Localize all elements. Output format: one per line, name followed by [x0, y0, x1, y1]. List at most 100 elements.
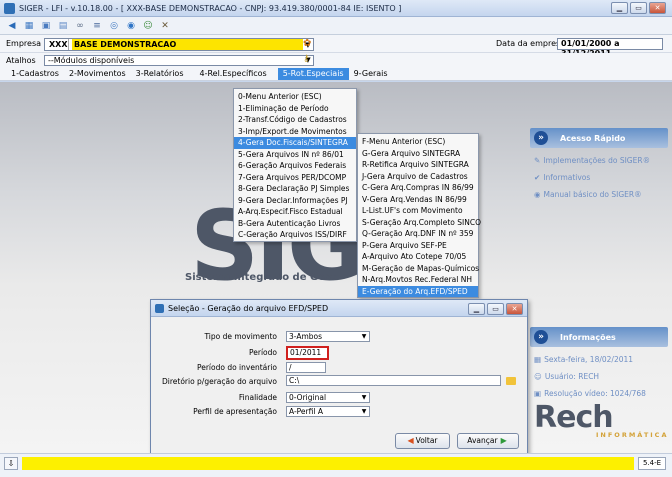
menu1-item[interactable]: C-Geração Arquivos ISS/DIRF — [234, 229, 356, 241]
list-icon[interactable]: ≡ — [91, 20, 103, 32]
menu2-item[interactable]: N-Arq.Movtos Rec.Federal NH — [358, 274, 478, 286]
empresa-name: BASE DEMONSTRACAO — [72, 39, 303, 50]
acesso-item-label: Manual básico do SIGER® — [543, 190, 642, 199]
chevron-right-icon: » — [534, 330, 548, 344]
chevron-down-icon[interactable]: ▼ — [359, 407, 369, 416]
menu2-item[interactable]: S-Geração Arq.Completo SINCO — [358, 217, 481, 229]
info-item-date: ▦ Sexta-feira, 18/02/2011 — [530, 355, 668, 364]
dialog-body: Tipo de movimento 3-Ambos ▼ Período 01/2… — [151, 317, 527, 455]
key-icon[interactable]: ⚷ — [303, 54, 310, 64]
menu2-item[interactable]: C-Gera Arq.Compras IN 86/99 — [358, 182, 478, 194]
chevron-down-icon[interactable]: ▼ — [359, 332, 369, 341]
menu1-item[interactable]: 7-Gera Arquivos PER/DCOMP — [234, 172, 356, 184]
menu-relatorios[interactable]: 3-Relatórios — [131, 68, 189, 80]
chevron-right-icon: » — [534, 131, 548, 145]
tipo-movimento-select[interactable]: 3-Ambos ▼ — [286, 331, 370, 342]
info-item-label: Usuário: RECH — [544, 372, 600, 381]
chevron-down-icon[interactable]: ▼ — [359, 393, 369, 402]
help-icon: ◉ — [534, 190, 541, 199]
inventario-label: Período do inventário — [196, 363, 277, 372]
menu1-item[interactable]: 0-Menu Anterior (ESC) — [234, 91, 356, 103]
menu-movimentos[interactable]: 2-Movimentos — [64, 68, 131, 80]
company-info-icon[interactable]: ✿ — [303, 38, 311, 49]
avancar-label: Avançar — [467, 436, 498, 445]
finalidade-label: Finalidade — [238, 393, 277, 402]
menu1-item-gera-doc-fiscais[interactable]: 4-Gera Doc.Fiscais/SINTEGRA — [234, 137, 356, 149]
menu2-item[interactable]: L-List.UF's com Movimento — [358, 205, 478, 217]
window-icon[interactable]: ▣ — [40, 20, 52, 32]
info-item-label: Resolução vídeo: 1024/768 — [544, 389, 646, 398]
menu1-item[interactable]: 1-Eliminação de Período — [234, 103, 356, 115]
folder-icon[interactable] — [506, 377, 516, 385]
menu1-item[interactable]: 5-Gera Arquivos IN nº 86/01 — [234, 149, 356, 161]
back-icon[interactable]: ◀ — [6, 20, 18, 32]
tools-icon[interactable]: ✕ — [159, 20, 171, 32]
empresa-code: XXX — [47, 39, 69, 50]
menu1-item[interactable]: 6-Geração Arquivos Federais — [234, 160, 356, 172]
status-message-area — [22, 457, 634, 470]
acesso-item-implementacoes[interactable]: ✎ Implementações do SIGER® — [530, 156, 668, 165]
dialog-minimize-button[interactable]: ▁ — [468, 303, 485, 315]
rech-logo: Rech — [534, 400, 614, 435]
acesso-item-label: Implementações do SIGER® — [543, 156, 651, 165]
data-empresa-label: Data da empresa — [496, 39, 566, 48]
inventario-input[interactable]: / — [286, 362, 326, 373]
menu2-item-efd-sped[interactable]: E-Geração do Arq.EFD/SPED — [358, 285, 478, 297]
menu2-item[interactable]: G-Gera Arquivo SINTEGRA — [358, 148, 478, 160]
atalhos-row: Atalhos --Módulos disponíveis ▼ ⚷ — [0, 53, 672, 68]
status-arrow-icon[interactable]: ⇩ — [4, 457, 18, 470]
menu2-item[interactable]: R-Retifica Arquivo SINTEGRA — [358, 159, 478, 171]
atalhos-label: Atalhos — [6, 56, 36, 65]
link-icon[interactable]: ∞ — [74, 20, 86, 32]
menu1-item[interactable]: 3-Imp/Export.de Movimentos — [234, 126, 356, 138]
periodo-label: Período — [249, 348, 277, 357]
acesso-item-informativos[interactable]: ✔ Informativos — [530, 173, 668, 182]
perfil-value: A-Perfil A — [289, 407, 323, 416]
menu2-item[interactable]: Q-Geração Arq.DNF IN nº 359 — [358, 228, 478, 240]
dialog-title-bar: Seleção - Geração do arquivo EFD/SPED ▁ … — [151, 300, 527, 317]
empresa-select[interactable]: XXX BASE DEMONSTRACAO ▼ — [44, 38, 314, 51]
menu-gerais[interactable]: 9-Gerais — [349, 68, 393, 80]
menu-rel-especificos[interactable]: 4-Rel.Específicos — [194, 68, 271, 80]
menu2-item[interactable]: V-Gera Arq.Vendas IN 86/99 — [358, 194, 478, 206]
perfil-label: Perfil de apresentação — [193, 407, 277, 416]
dialog-icon — [155, 303, 164, 313]
menu1-item[interactable]: 8-Gera Declaração PJ Simples — [234, 183, 356, 195]
toolbar: ◀ ▦ ▣ ▤ ∞ ≡ ◎ ◉ ☺ ✕ — [0, 17, 672, 35]
dialog-window-controls: ▁ ▭ ✕ — [468, 303, 523, 315]
menu2-item[interactable]: P-Gera Arquivo SEF-PE — [358, 240, 478, 252]
voltar-button[interactable]: ◀ Voltar — [395, 433, 450, 449]
users-icon[interactable]: ☺ — [142, 20, 154, 32]
dialog-close-button[interactable]: ✕ — [506, 303, 523, 315]
maximize-button[interactable]: ▭ — [630, 2, 647, 14]
empresa-label: Empresa — [6, 39, 42, 48]
info-item-label: Sexta-feira, 18/02/2011 — [544, 355, 634, 364]
menu-bar: 1-Cadastros 2-Movimentos 3-Relatórios 4-… — [0, 68, 672, 81]
menu-rot-especiais[interactable]: 5-Rot.Especiais — [277, 68, 349, 80]
refresh-icon[interactable]: ◎ — [108, 20, 120, 32]
atalhos-select[interactable]: --Módulos disponíveis ▼ — [44, 55, 314, 66]
menu2-item[interactable]: F-Menu Anterior (ESC) — [358, 136, 478, 148]
document-icon[interactable]: ▤ — [57, 20, 69, 32]
globe-icon[interactable]: ◉ — [125, 20, 137, 32]
periodo-input[interactable]: 01/2011 — [286, 346, 329, 360]
minimize-button[interactable]: ▁ — [611, 2, 628, 14]
avancar-button[interactable]: Avançar ▶ — [457, 433, 519, 449]
back-arrow-icon: ◀ — [407, 436, 414, 445]
menu2-item[interactable]: A-Arquivo Ato Cotepe 70/05 — [358, 251, 478, 263]
finalidade-select[interactable]: 0-Original ▼ — [286, 392, 370, 403]
dialog-maximize-button[interactable]: ▭ — [487, 303, 504, 315]
menu1-item[interactable]: B-Gera Autenticação Livros — [234, 218, 356, 230]
diretorio-label: Diretório p/geração do arquivo — [161, 377, 277, 386]
close-button[interactable]: ✕ — [649, 2, 666, 14]
menu1-item[interactable]: 9-Gera Declar.Informações PJ — [234, 195, 356, 207]
menu1-item[interactable]: A-Arq.Especif.Fisco Estadual — [234, 206, 356, 218]
grid-icon[interactable]: ▦ — [23, 20, 35, 32]
menu-cadastros[interactable]: 1-Cadastros — [6, 68, 64, 80]
perfil-select[interactable]: A-Perfil A ▼ — [286, 406, 370, 417]
menu2-item[interactable]: M-Geração de Mapas-Químicos — [358, 263, 479, 275]
acesso-item-manual[interactable]: ◉ Manual básico do SIGER® — [530, 190, 668, 199]
menu1-item[interactable]: 2-Transf.Código de Cadastros — [234, 114, 356, 126]
menu2-item[interactable]: J-Gera Arquivo de Cadastros — [358, 171, 478, 183]
diretorio-input[interactable]: C:\ — [286, 375, 501, 386]
